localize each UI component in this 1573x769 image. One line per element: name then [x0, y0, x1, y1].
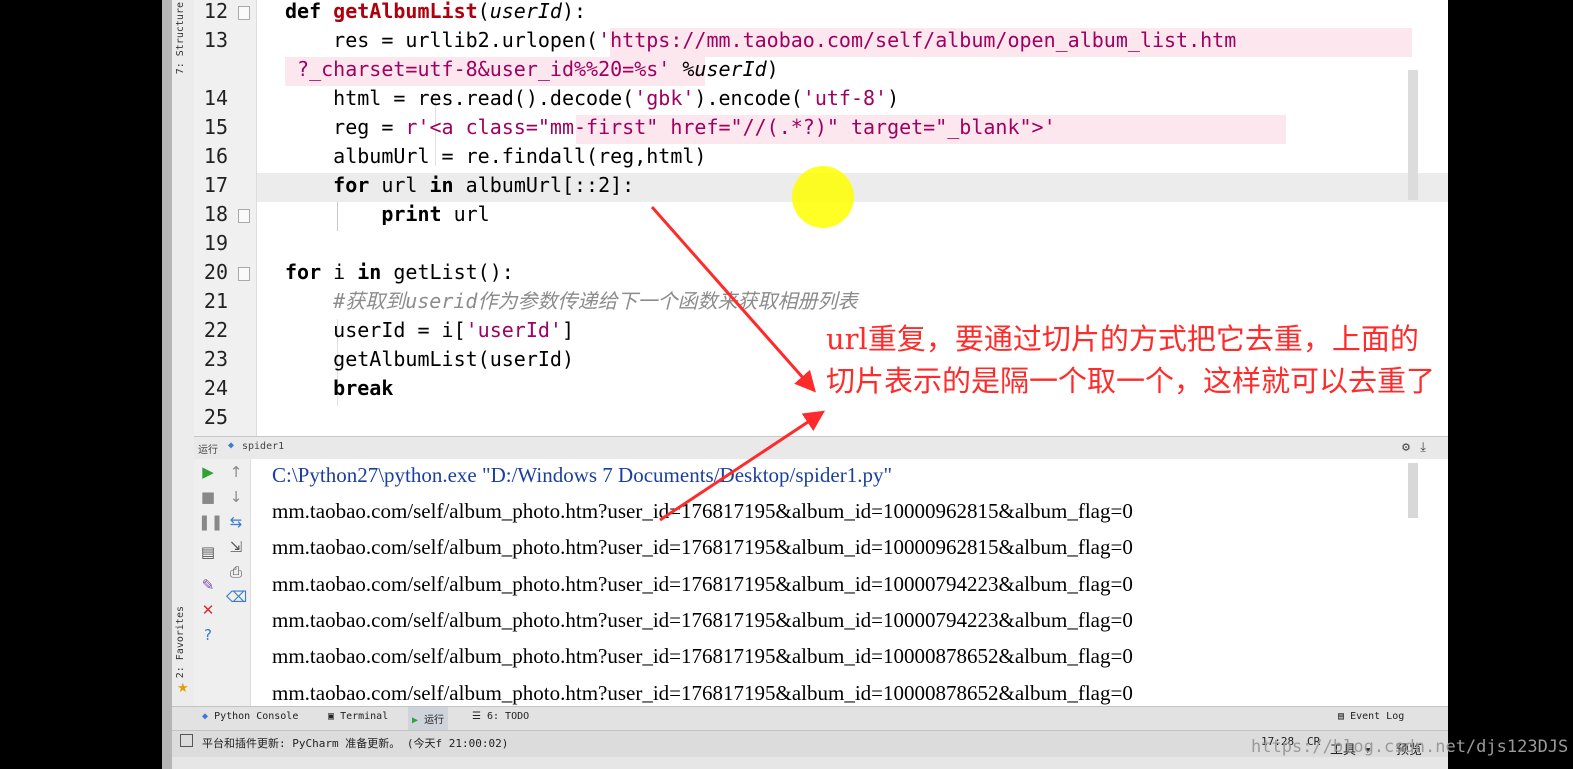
annotation-arrow-down	[659, 410, 826, 522]
annotation-arrow-up	[650, 206, 816, 393]
watermark: https://blog.csdn.net/djs123DJS	[1251, 737, 1569, 757]
annotation-arrows	[650, 206, 826, 522]
